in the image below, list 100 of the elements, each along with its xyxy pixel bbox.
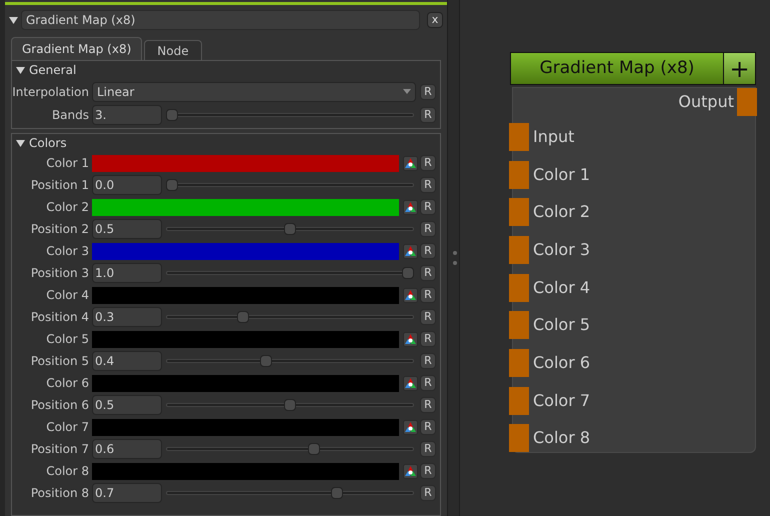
port-label: Output	[678, 91, 734, 113]
port-label: Color 1	[533, 164, 590, 186]
panel-title: Gradient Map (x8)	[21, 10, 420, 30]
color-picker-icon[interactable]	[403, 376, 418, 390]
slider-track[interactable]	[166, 443, 414, 455]
add-button[interactable]: +	[724, 53, 755, 84]
slider-track[interactable]	[166, 355, 414, 367]
caret-icon[interactable]	[403, 89, 411, 94]
input-port[interactable]	[509, 160, 529, 189]
reset-button[interactable]: R	[420, 485, 436, 501]
port-label: Color 8	[533, 427, 590, 450]
field-label: Position 6	[30, 397, 90, 414]
slider-track[interactable]	[166, 109, 414, 121]
number-field[interactable]: 0.5	[92, 395, 162, 415]
field-label: Position 7	[30, 441, 90, 458]
color-swatch[interactable]	[92, 286, 399, 304]
color-picker-icon[interactable]	[403, 332, 418, 346]
reset-button[interactable]: R	[420, 177, 436, 193]
group-title: General	[29, 62, 76, 79]
input-port[interactable]	[509, 274, 529, 302]
slider-thumb[interactable]	[284, 223, 296, 235]
reset-button[interactable]: R	[420, 463, 436, 479]
slider-thumb[interactable]	[284, 399, 296, 411]
reset-button[interactable]: R	[420, 221, 436, 237]
number-field[interactable]: 1.0	[92, 263, 162, 283]
number-field[interactable]: 0.0	[92, 175, 162, 195]
slider-track[interactable]	[166, 487, 414, 499]
color-picker-icon[interactable]	[403, 288, 418, 302]
slider-thumb[interactable]	[260, 355, 272, 367]
port-label: Color 7	[533, 390, 590, 412]
slider-thumb[interactable]	[402, 267, 414, 279]
color-swatch[interactable]	[92, 418, 399, 436]
collapse-arrow-icon[interactable]	[9, 16, 18, 24]
tab[interactable]: Node	[144, 40, 202, 60]
slider-thumb[interactable]	[236, 311, 249, 323]
color-swatch[interactable]	[92, 198, 399, 216]
slider-thumb[interactable]	[308, 443, 320, 455]
reset-button[interactable]: R	[420, 331, 436, 347]
reset-button[interactable]: R	[420, 243, 436, 259]
color-picker-icon[interactable]	[403, 200, 418, 214]
slider-thumb[interactable]	[166, 109, 178, 121]
number-field[interactable]: 3.	[92, 105, 162, 125]
slider-track[interactable]	[166, 179, 414, 191]
number-field[interactable]: 0.5	[92, 219, 162, 239]
tab[interactable]: Gradient Map (x8)	[11, 37, 142, 60]
color-picker-icon[interactable]	[403, 464, 418, 478]
input-port[interactable]	[509, 424, 529, 452]
slider-track[interactable]	[166, 223, 414, 235]
port-label: Color 5	[533, 314, 590, 336]
input-port[interactable]	[509, 311, 529, 340]
reset-button[interactable]: R	[420, 397, 436, 413]
collapse-arrow-icon[interactable]	[16, 66, 25, 74]
input-port[interactable]	[509, 386, 529, 415]
reset-button[interactable]: R	[420, 375, 436, 391]
field-label: Color 1	[45, 155, 90, 172]
dropdown[interactable]: Linear	[92, 82, 416, 102]
color-swatch[interactable]	[92, 242, 399, 260]
number-field[interactable]: 0.3	[92, 307, 162, 327]
input-port[interactable]	[509, 348, 529, 377]
input-port[interactable]	[509, 122, 529, 151]
field-label: Color 2	[45, 199, 90, 216]
reset-button[interactable]: R	[420, 84, 436, 100]
color-picker-icon[interactable]	[403, 244, 418, 258]
input-port[interactable]	[509, 198, 529, 226]
number-field[interactable]: 0.7	[92, 483, 162, 503]
collapse-arrow-icon[interactable]	[16, 138, 25, 148]
reset-button[interactable]: R	[420, 309, 436, 325]
field-label: Color 7	[45, 419, 90, 436]
slider-thumb[interactable]	[331, 487, 344, 499]
splitter-handle[interactable]	[452, 251, 454, 265]
color-swatch[interactable]	[92, 330, 399, 348]
reset-button[interactable]: R	[420, 155, 436, 171]
field-label: Color 3	[45, 243, 90, 260]
close-button[interactable]: x	[427, 12, 443, 28]
reset-button[interactable]: R	[420, 107, 436, 123]
color-swatch[interactable]	[92, 374, 399, 392]
number-field[interactable]: 0.4	[92, 351, 162, 371]
slider-track[interactable]	[166, 311, 414, 323]
output-port[interactable]	[737, 88, 757, 116]
field-label: Bands	[50, 107, 90, 124]
color-picker-icon[interactable]	[403, 420, 418, 434]
reset-button[interactable]: R	[420, 353, 436, 369]
reset-button[interactable]: R	[420, 419, 436, 435]
port-label: Color 6	[533, 352, 590, 374]
slider-thumb[interactable]	[166, 179, 178, 191]
color-swatch[interactable]	[92, 462, 399, 480]
color-swatch[interactable]	[92, 154, 399, 172]
color-picker-icon[interactable]	[403, 156, 418, 170]
number-field[interactable]: 0.6	[92, 439, 162, 459]
field-label: Position 2	[30, 221, 90, 238]
reset-button[interactable]: R	[420, 199, 436, 215]
reset-button[interactable]: R	[420, 287, 436, 303]
node-header[interactable]: Gradient Map (x8) +	[510, 52, 756, 85]
port-label: Color 2	[533, 201, 590, 224]
field-label: Position 8	[30, 485, 90, 502]
reset-button[interactable]: R	[420, 441, 436, 457]
reset-button[interactable]: R	[420, 265, 436, 281]
slider-track[interactable]	[166, 267, 414, 279]
input-port[interactable]	[509, 236, 529, 264]
slider-track[interactable]	[166, 399, 414, 411]
